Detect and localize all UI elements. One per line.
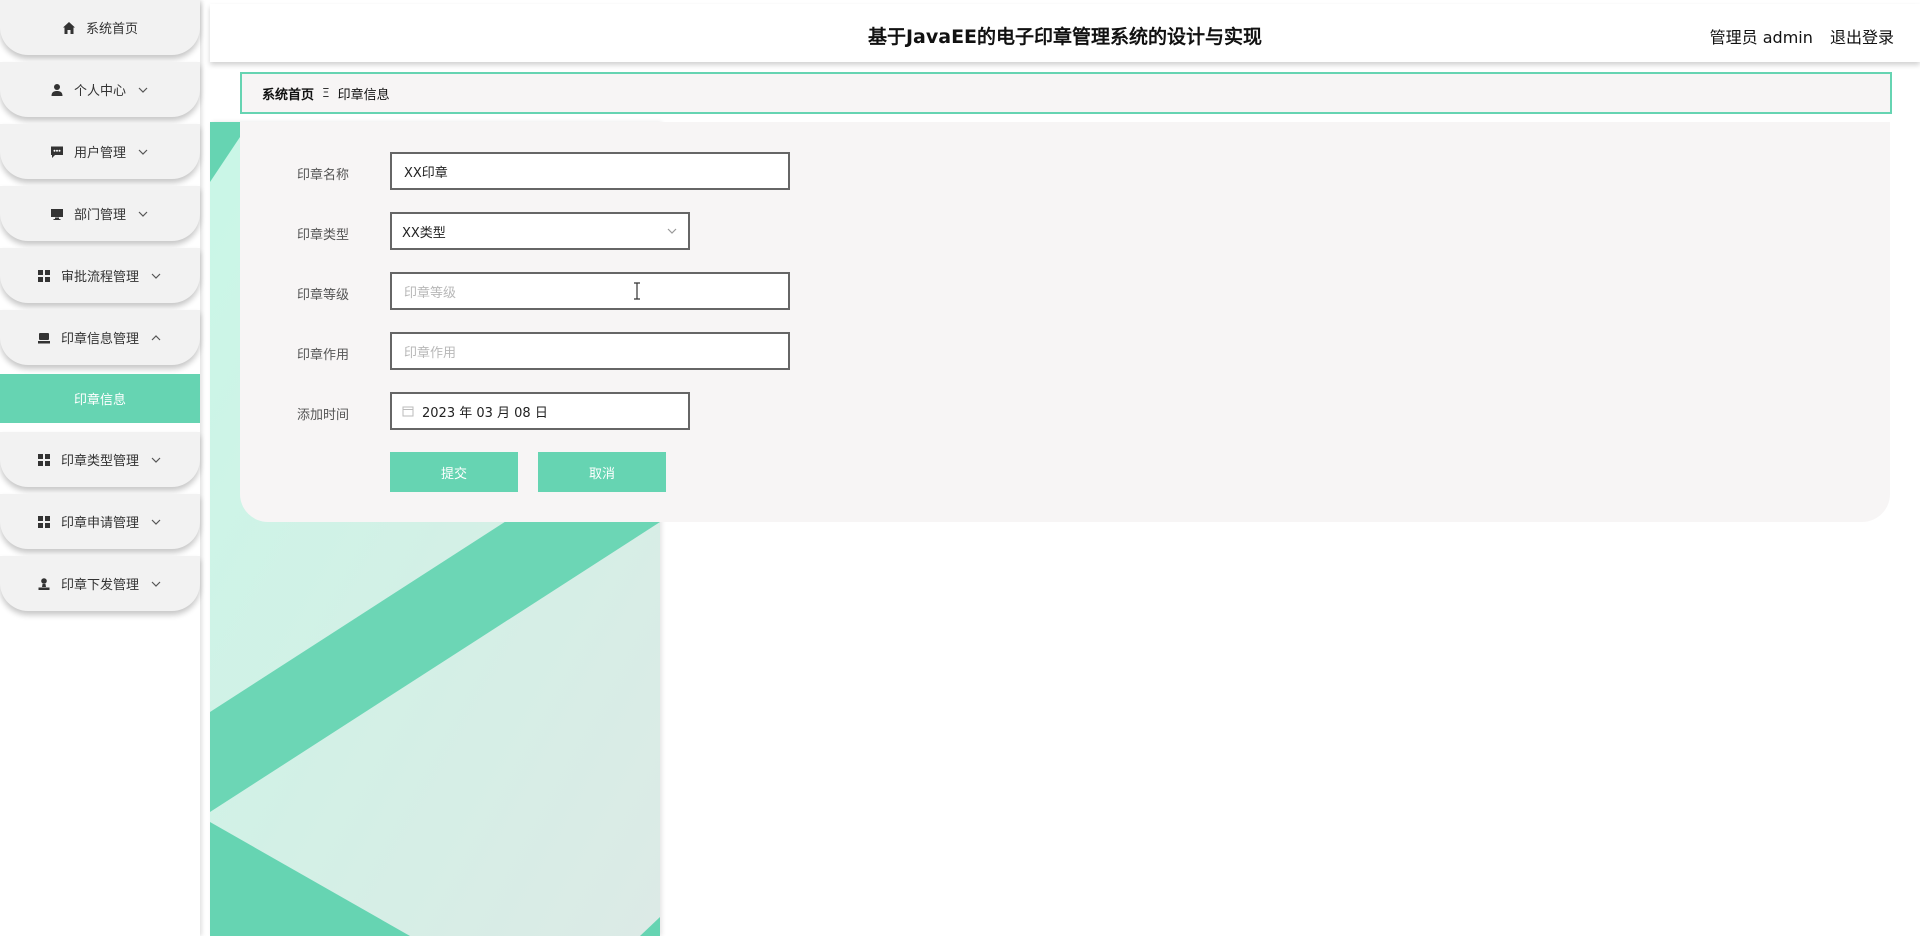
stamp-type-value: XX类型 xyxy=(402,225,446,241)
sidebar-item-label: 审批流程管理 xyxy=(60,270,139,285)
chevron-down-icon xyxy=(136,145,150,159)
stamp-usage-input[interactable]: 印章作用 xyxy=(390,332,790,370)
stamp-name-value: XX印章 xyxy=(404,165,448,181)
sidebar-item-stamp-applications[interactable]: 印章申请管理 xyxy=(0,494,200,549)
logout-link[interactable]: 退出登录 xyxy=(1830,28,1894,47)
chevron-down-icon xyxy=(136,83,150,97)
stamp-level-placeholder: 印章等级 xyxy=(404,285,457,301)
calendar-icon xyxy=(402,405,414,417)
home-icon xyxy=(62,21,76,35)
text-cursor-icon xyxy=(632,282,642,304)
add-time-value: 2023 年 03 月 08 日 xyxy=(422,405,548,421)
user-icon xyxy=(50,83,64,97)
header-user-area: 管理员 admin 退出登录 xyxy=(1698,24,1894,48)
stamp-name-input[interactable]: XX印章 xyxy=(390,152,790,190)
stamp-usage-placeholder: 印章作用 xyxy=(404,345,457,361)
sidebar-item-home[interactable]: 系统首页 xyxy=(0,0,200,55)
chevron-down-icon xyxy=(149,453,163,467)
grid-icon xyxy=(37,269,51,283)
sidebar-item-approval-flow[interactable]: 审批流程管理 xyxy=(0,248,200,303)
chevron-down-icon xyxy=(666,225,678,241)
sidebar-item-stamp-issuance[interactable]: 印章下发管理 xyxy=(0,556,200,611)
sidebar-item-label: 印章类型管理 xyxy=(60,454,139,469)
sidebar-item-users[interactable]: 用户管理 xyxy=(0,124,200,179)
top-header: 基于JavaEE的电子印章管理系统的设计与实现 管理员 admin 退出登录 xyxy=(210,4,1920,62)
sidebar-item-label: 个人中心 xyxy=(73,84,126,99)
chat-icon xyxy=(50,145,64,159)
page-title: 基于JavaEE的电子印章管理系统的设计与实现 xyxy=(867,26,1263,48)
sidebar-item-label: 印章信息管理 xyxy=(60,332,139,347)
sidebar-item-stamp-types[interactable]: 印章类型管理 xyxy=(0,432,200,487)
add-time-datepicker[interactable]: 2023 年 03 月 08 日 xyxy=(390,392,690,430)
sidebar-item-stamp-info[interactable]: 印章信息管理 xyxy=(0,310,200,365)
sidebar-item-label: 部门管理 xyxy=(73,208,126,223)
chevron-down-icon xyxy=(149,269,163,283)
stamp-level-label: 印章等级 xyxy=(297,288,350,303)
cancel-button[interactable]: 取消 xyxy=(538,452,666,492)
chevron-down-icon xyxy=(149,515,163,529)
monitor-icon xyxy=(50,207,64,221)
add-time-label: 添加时间 xyxy=(297,408,350,423)
stamp-type-label: 印章类型 xyxy=(297,228,350,243)
sidebar-item-label: 系统首页 xyxy=(85,22,138,37)
stamp-name-label: 印章名称 xyxy=(297,168,350,183)
form-card: 印章名称 XX印章 印章类型 XX类型 印章等级 印章等级 印章作用 印章作用 … xyxy=(240,122,1890,522)
sidebar-subitem-stamp-info[interactable]: 印章信息 xyxy=(0,374,200,423)
stamp-level-input[interactable]: 印章等级 xyxy=(390,272,790,310)
sidebar-item-departments[interactable]: 部门管理 xyxy=(0,186,200,241)
sidebar-item-label: 用户管理 xyxy=(73,146,126,161)
sidebar-item-label: 印章申请管理 xyxy=(60,516,139,531)
breadcrumb: 系统首页 Ξ 印章信息 xyxy=(240,72,1892,114)
stamp-icon xyxy=(37,331,51,345)
submit-button[interactable]: 提交 xyxy=(390,452,518,492)
stamp-type-select[interactable]: XX类型 xyxy=(390,212,690,250)
breadcrumb-separator: Ξ xyxy=(322,86,330,100)
breadcrumb-home-link[interactable]: 系统首页 xyxy=(262,84,314,103)
admin-label: 管理员 admin xyxy=(1709,28,1813,47)
breadcrumb-current: 印章信息 xyxy=(337,87,390,103)
stamp-usage-label: 印章作用 xyxy=(297,348,350,363)
grid-icon xyxy=(37,515,51,529)
sidebar: 系统首页 个人中心 用户管理 部门管理 审批流程管理 印章信息管理 印章信息 印… xyxy=(0,0,200,936)
grid-icon xyxy=(37,453,51,467)
user-stamp-icon xyxy=(37,577,51,591)
chevron-down-icon xyxy=(149,577,163,591)
sidebar-item-personal[interactable]: 个人中心 xyxy=(0,62,200,117)
chevron-up-icon xyxy=(149,331,163,345)
sidebar-item-label: 印章下发管理 xyxy=(60,578,139,593)
chevron-down-icon xyxy=(136,207,150,221)
